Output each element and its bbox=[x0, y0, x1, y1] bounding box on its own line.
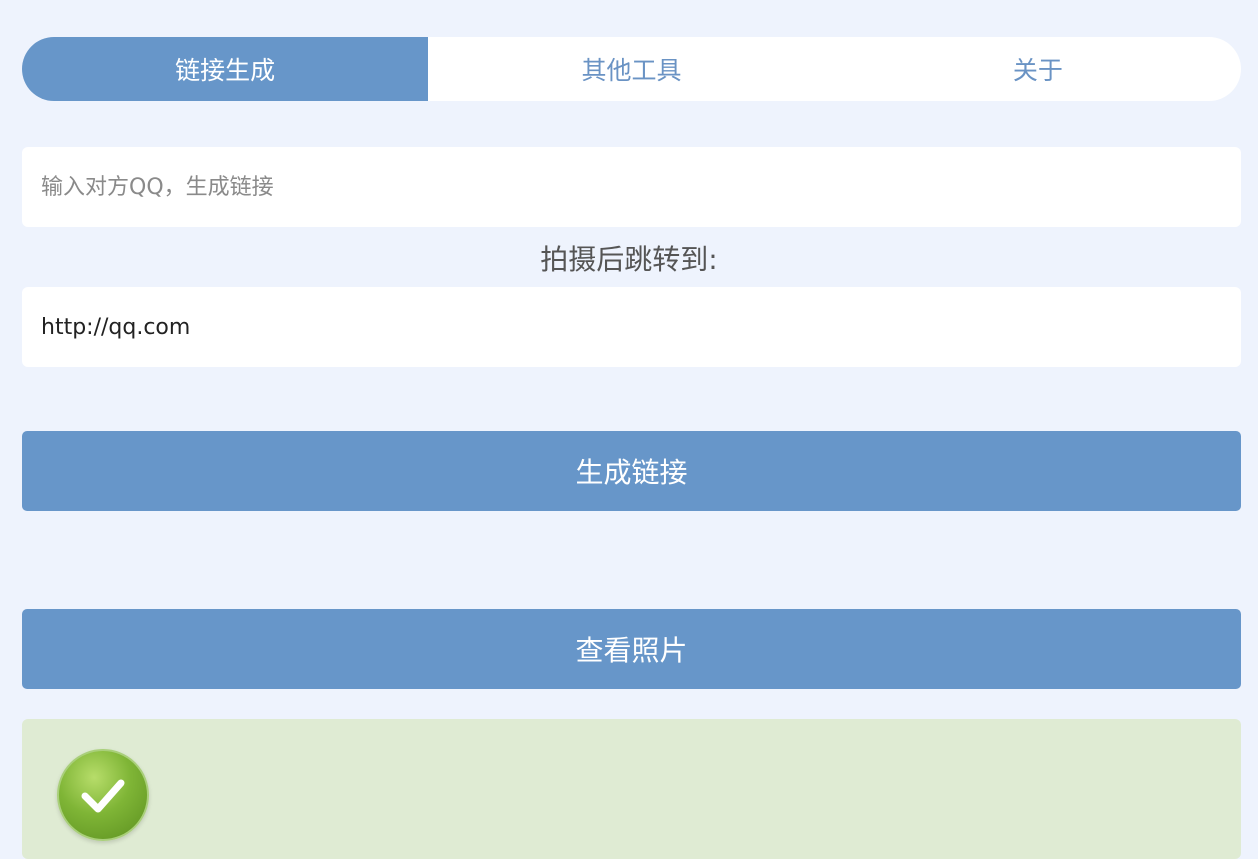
view-photos-button[interactable]: 查看照片 bbox=[22, 609, 1241, 689]
redirect-url-input[interactable] bbox=[22, 287, 1241, 367]
tab-about[interactable]: 关于 bbox=[835, 37, 1241, 101]
success-panel bbox=[22, 719, 1241, 859]
check-icon bbox=[57, 749, 149, 841]
qq-input[interactable] bbox=[22, 147, 1241, 227]
tab-other-tools[interactable]: 其他工具 bbox=[428, 37, 834, 101]
tab-bar: 链接生成 其他工具 关于 bbox=[22, 37, 1241, 101]
redirect-label: 拍摄后跳转到: bbox=[540, 243, 718, 276]
generate-link-button[interactable]: 生成链接 bbox=[22, 431, 1241, 511]
tab-link-generate[interactable]: 链接生成 bbox=[22, 37, 429, 101]
